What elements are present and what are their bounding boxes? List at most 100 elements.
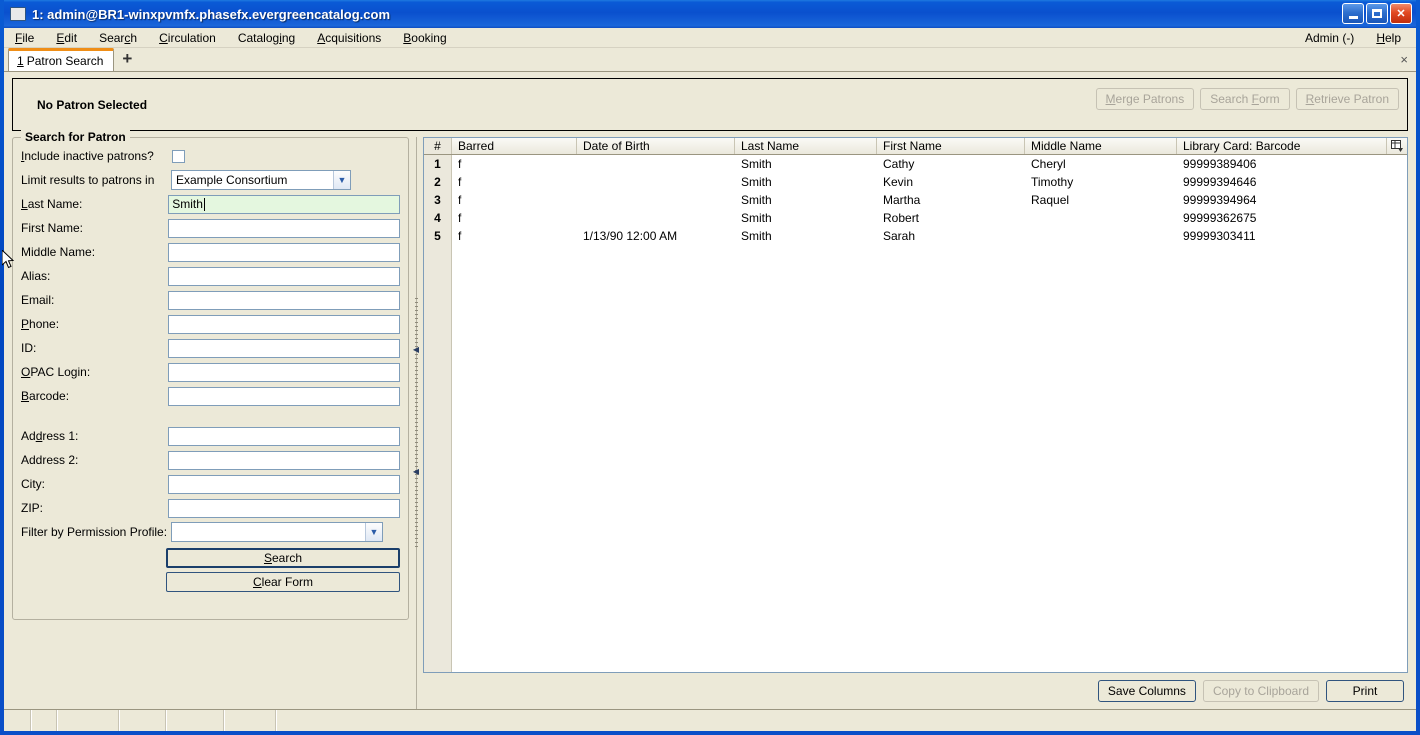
- menu-file[interactable]: File: [4, 28, 45, 48]
- cell-barcode: 99999303411: [1183, 229, 1256, 243]
- table-row[interactable]: f Smith Kevin Timothy 99999394646: [452, 173, 1407, 191]
- tab-label: Patron Search: [26, 54, 104, 68]
- search-button-row: Search: [21, 548, 400, 568]
- column-header-dob[interactable]: Date of Birth: [577, 138, 735, 154]
- cell-middle: [1025, 209, 1177, 227]
- input-barcode[interactable]: [168, 386, 400, 406]
- input-address-1[interactable]: [168, 426, 400, 446]
- row-number: 3: [434, 193, 441, 207]
- form-row: Limit results to patrons in Example Conso…: [21, 168, 400, 192]
- form-row: Filter by Permission Profile: ▼: [21, 520, 400, 544]
- select-limit-results-to-patrons-in[interactable]: Example Consortium ▼: [171, 170, 351, 190]
- input-middle-name[interactable]: [168, 242, 400, 262]
- menu-admin[interactable]: Admin (-): [1294, 28, 1365, 48]
- form-spacer: [21, 408, 400, 424]
- cell-first: Sarah: [883, 229, 916, 243]
- input-id[interactable]: [168, 338, 400, 358]
- retrieve-patron-button[interactable]: Retrieve Patron: [1295, 88, 1399, 110]
- clear-form-button[interactable]: Clear Form: [166, 572, 400, 592]
- menu-bar: File Edit Search Circulation Cataloging …: [4, 28, 1416, 48]
- cell-first: Cathy: [883, 157, 915, 171]
- tab-bar: 1 Patron Search + ×: [4, 48, 1416, 72]
- table-row[interactable]: f 1/13/90 12:00 AM Smith Sarah 99999303411: [452, 227, 1407, 245]
- checkbox-include-inactive-patrons[interactable]: [172, 149, 185, 163]
- print-button[interactable]: Print: [1326, 680, 1404, 702]
- tab-patron-search[interactable]: 1 Patron Search: [8, 48, 115, 71]
- status-segment: [225, 710, 277, 731]
- form-label: Filter by Permission Profile:: [21, 525, 168, 539]
- column-header-barred[interactable]: Barred: [452, 138, 577, 154]
- text-caret: [203, 197, 205, 211]
- input-email[interactable]: [168, 290, 400, 310]
- cell-dob: [577, 173, 735, 191]
- cell-dob: [577, 209, 735, 227]
- form-label: City:: [21, 477, 45, 491]
- cell-dob: [577, 155, 735, 173]
- pane-splitter[interactable]: ◀ ◀: [409, 137, 423, 709]
- patron-summary-bar: No Patron Selected Merge Patrons Search …: [12, 78, 1408, 131]
- column-header-num[interactable]: #: [424, 138, 452, 154]
- page-content: No Patron Selected Merge Patrons Search …: [4, 72, 1416, 709]
- menu-acquisitions[interactable]: Acquisitions: [306, 28, 392, 48]
- splitter-collapse-up-icon[interactable]: ◀: [413, 345, 420, 354]
- search-form-rows: Include inactive patrons? Limit results t…: [21, 144, 400, 544]
- form-row: Email:: [21, 288, 400, 312]
- app-icon: [10, 7, 26, 21]
- column-header-first[interactable]: First Name: [877, 138, 1025, 154]
- search-form-button[interactable]: Search Form: [1200, 88, 1290, 110]
- copy-to-clipboard-button[interactable]: Copy to Clipboard: [1202, 680, 1319, 702]
- results-rows: f Smith Cathy Cheryl 99999389406 f Smith Kevin T…: [452, 155, 1407, 672]
- menu-help[interactable]: Help: [1365, 28, 1412, 48]
- cell-first: Kevin: [883, 175, 914, 189]
- cell-barcode: 99999389406: [1183, 157, 1257, 171]
- menu-circulation[interactable]: Circulation: [148, 28, 227, 48]
- results-panel: # Barred Date of Birth Last Name First Name M…: [423, 137, 1408, 709]
- form-label: Include inactive patrons?: [21, 149, 154, 163]
- input-last-name[interactable]: Smith: [168, 194, 400, 214]
- search-button[interactable]: Search: [166, 548, 400, 568]
- table-row[interactable]: f Smith Martha Raquel 99999394964: [452, 191, 1407, 209]
- main-split: Search for Patron Include inactive patro…: [12, 130, 1408, 709]
- input-opac-login[interactable]: [168, 362, 400, 382]
- input-phone[interactable]: [168, 314, 400, 334]
- close-tab-icon[interactable]: ×: [1400, 52, 1408, 67]
- form-row: Address 2:: [21, 448, 400, 472]
- cell-first: Martha: [883, 193, 921, 207]
- menu-cataloging[interactable]: Cataloging: [227, 28, 306, 48]
- form-label: ID:: [21, 341, 37, 355]
- column-header-last[interactable]: Last Name: [735, 138, 877, 154]
- splitter-collapse-down-icon[interactable]: ◀: [413, 467, 420, 476]
- input-alias[interactable]: [168, 266, 400, 286]
- close-button[interactable]: ✕: [1390, 3, 1412, 24]
- form-label: Limit results to patrons in: [21, 173, 155, 187]
- menu-edit[interactable]: Edit: [45, 28, 88, 48]
- status-segment: [4, 710, 32, 731]
- table-row[interactable]: f Smith Robert 99999362675: [452, 209, 1407, 227]
- select-filter-by-permission-profile[interactable]: ▼: [171, 522, 383, 542]
- form-row: First Name:: [21, 216, 400, 240]
- input-first-name[interactable]: [168, 218, 400, 238]
- form-label: ZIP:: [21, 501, 44, 515]
- menu-booking[interactable]: Booking: [392, 28, 457, 48]
- form-label: Alias:: [21, 269, 51, 283]
- form-row: Address 1:: [21, 424, 400, 448]
- cell-barred: f: [458, 157, 462, 171]
- row-number: 1: [434, 157, 441, 171]
- merge-patrons-button[interactable]: Merge Patrons: [1095, 88, 1195, 110]
- new-tab-button[interactable]: +: [114, 49, 140, 71]
- maximize-icon: [1372, 9, 1382, 18]
- cell-barcode: 99999394646: [1183, 175, 1257, 189]
- column-picker-icon[interactable]: [1387, 138, 1407, 154]
- input-address-2[interactable]: [168, 450, 400, 470]
- table-row[interactable]: f Smith Cathy Cheryl 99999389406: [452, 155, 1407, 173]
- input-zip[interactable]: [168, 498, 400, 518]
- cell-last: Smith: [741, 211, 772, 225]
- save-columns-button[interactable]: Save Columns: [1097, 680, 1196, 702]
- menu-search[interactable]: Search: [88, 28, 148, 48]
- minimize-button[interactable]: [1342, 3, 1364, 24]
- column-header-barcode[interactable]: Library Card: Barcode: [1177, 138, 1387, 154]
- column-header-middle[interactable]: Middle Name: [1025, 138, 1177, 154]
- cell-barred: f: [458, 211, 462, 225]
- input-city[interactable]: [168, 474, 400, 494]
- maximize-button[interactable]: [1366, 3, 1388, 24]
